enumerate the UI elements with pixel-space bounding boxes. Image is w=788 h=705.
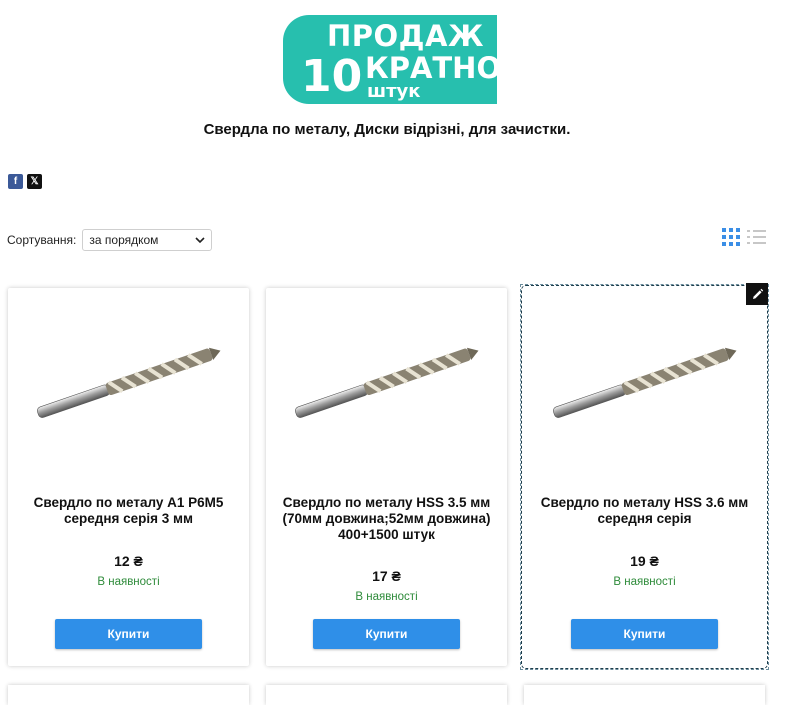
stock-status: В наявності: [613, 576, 676, 588]
product-name[interactable]: Свердло по металу HSS 3.6 мм середня сер…: [534, 495, 755, 527]
view-toggle: [722, 228, 766, 246]
grid-view-icon[interactable]: [722, 228, 740, 246]
facebook-icon[interactable]: f: [8, 174, 23, 189]
social-share: f 𝕏: [8, 174, 42, 189]
product-card[interactable]: Свердло по металу HSS 3.5 мм (70мм довжи…: [266, 288, 507, 666]
product-card-partial[interactable]: [266, 685, 507, 705]
list-view-icon[interactable]: [747, 228, 766, 246]
product-card-partial[interactable]: [8, 685, 249, 705]
product-price: 19 ₴: [630, 553, 659, 569]
buy-button[interactable]: Купити: [313, 619, 460, 649]
product-price: 17 ₴: [372, 568, 401, 584]
drill-bit-image[interactable]: [544, 338, 744, 428]
x-icon[interactable]: 𝕏: [27, 174, 42, 189]
product-card-selected[interactable]: Свердло по металу HSS 3.6 мм середня сер…: [520, 283, 769, 670]
stock-status: В наявності: [97, 576, 160, 588]
sort-selected-value: за порядком: [89, 233, 159, 247]
banner-number: 10: [301, 51, 363, 102]
chevron-down-icon: [195, 236, 205, 243]
product-price: 12 ₴: [114, 553, 143, 569]
drill-bit-image[interactable]: [286, 338, 486, 428]
edit-icon[interactable]: [746, 283, 768, 305]
product-card-partial[interactable]: [524, 685, 765, 705]
stock-status: В наявності: [355, 591, 418, 603]
buy-button[interactable]: Купити: [55, 619, 202, 649]
buy-button[interactable]: Купити: [571, 619, 718, 649]
banner-line1: ПРОДАЖ: [327, 19, 484, 53]
banner-line2: КРАТНО: [365, 51, 502, 85]
banner-line3: штук: [367, 81, 421, 102]
sort-control: Сортування: за порядком: [7, 229, 213, 251]
drill-bit-image[interactable]: [28, 338, 228, 428]
category-subtitle: Свердла по металу, Диски відрізні, для з…: [203, 121, 571, 138]
pencil-icon: [752, 288, 763, 299]
product-card[interactable]: Свердло по металу A1 P6M5 середня серія …: [8, 288, 249, 666]
sale-banner[interactable]: ПРОДАЖ 10 КРАТНО штук: [283, 15, 501, 104]
sort-label: Сортування:: [7, 233, 77, 247]
product-name[interactable]: Свердло по металу A1 P6M5 середня серія …: [18, 495, 239, 527]
sort-select[interactable]: за порядком: [82, 229, 213, 251]
product-name[interactable]: Свердло по металу HSS 3.5 мм (70мм довжи…: [276, 495, 497, 543]
